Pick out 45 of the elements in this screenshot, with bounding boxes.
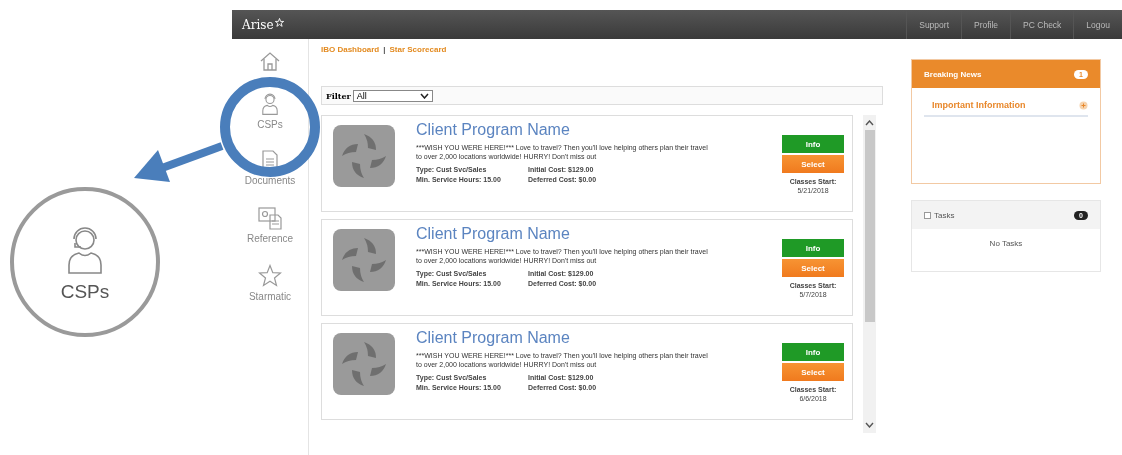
chevron-up-icon[interactable] [865, 120, 874, 126]
swirl-logo-icon [332, 228, 396, 292]
sidebar-item[interactable]: CSPs [257, 92, 283, 130]
sidebar-item[interactable]: Reference [246, 206, 294, 244]
scrollbar[interactable] [863, 115, 876, 433]
program-title[interactable]: Client Program Name [416, 121, 774, 139]
expand-icon[interactable] [1079, 101, 1088, 110]
checkbox-icon [924, 211, 931, 219]
swirl-logo-icon [332, 124, 396, 188]
sidebar-item[interactable] [259, 50, 281, 72]
star-icon [274, 17, 284, 27]
scrollbar-thumb[interactable] [864, 130, 875, 322]
empty-message: No Tasks [988, 239, 1024, 248]
program-title[interactable]: Client Program Name [416, 225, 774, 243]
breadcrumb-separator: | [383, 45, 386, 54]
select-button[interactable]: Select [782, 363, 844, 381]
home-icon [259, 50, 281, 72]
swirl-logo-icon [332, 332, 396, 396]
breadcrumb-link[interactable]: IBO Dashboard [321, 45, 380, 54]
star-icon [258, 264, 282, 288]
info-button[interactable]: Info [782, 343, 844, 361]
panel-title: Breaking News [924, 69, 982, 79]
news-link[interactable]: Important Information [924, 100, 1026, 110]
logo-text: Arise [242, 17, 274, 32]
top-nav-link[interactable]: PC Check [1010, 10, 1074, 39]
info-button[interactable]: Info [782, 239, 844, 257]
top-nav-link[interactable]: Profile [961, 10, 1011, 39]
callout-label: CSPs [60, 281, 110, 303]
breadcrumb-link[interactable]: Star Scorecard [389, 45, 447, 54]
select-button[interactable]: Select [782, 155, 844, 173]
chevron-down-icon[interactable] [865, 422, 874, 428]
select-button[interactable]: Select [782, 259, 844, 277]
sidebar-item[interactable]: Documents [244, 150, 296, 186]
top-nav-link[interactable]: Logou [1073, 10, 1122, 39]
chevron-down-icon [419, 92, 429, 99]
program-title[interactable]: Client Program Name [416, 329, 774, 347]
info-button[interactable]: Info [782, 135, 844, 153]
headset-person-icon [65, 225, 105, 275]
filter-dropdown[interactable]: All [352, 89, 433, 102]
top-nav-link[interactable]: Support [906, 10, 961, 39]
panel-title: Tasks [934, 210, 955, 220]
sidebar-item[interactable]: Starmatic [248, 264, 292, 302]
headset-person-icon [261, 92, 279, 116]
reference-icon [258, 206, 282, 230]
filter-label: Filter [326, 90, 351, 101]
